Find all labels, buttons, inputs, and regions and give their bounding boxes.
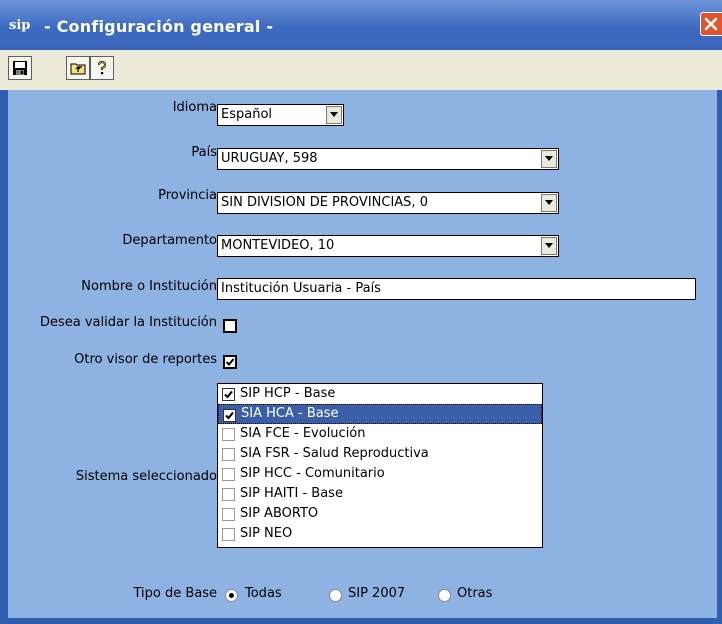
chevron-down-icon — [545, 243, 553, 248]
sistema-item-checkbox[interactable] — [222, 428, 235, 441]
idioma-value: Español — [221, 107, 273, 122]
radio-dot — [229, 593, 234, 598]
sistema-item-label: SIA HCA - Base — [241, 406, 339, 421]
sistema-item-checkbox[interactable] — [222, 388, 235, 401]
provincia-select[interactable]: SIN DIVISION DE PROVINCIAS, 0 — [217, 192, 559, 214]
idioma-label: Idioma — [172, 100, 217, 115]
sistema-list-item[interactable]: SIP ABORTO — [218, 504, 542, 524]
radio-todas-label[interactable]: Todas — [245, 586, 282, 601]
sistema-item-checkbox[interactable] — [222, 468, 235, 481]
chevron-down-icon — [545, 200, 553, 205]
save-icon — [13, 61, 27, 75]
sistema-listbox[interactable]: SIP HCP - Base SIA HCA - Base SIA FCE - Ev… — [217, 383, 543, 548]
sistema-item-checkbox[interactable] — [222, 448, 235, 461]
app-icon: sip — [9, 18, 31, 33]
provincia-value: SIN DIVISION DE PROVINCIAS, 0 — [221, 195, 428, 210]
checkmark-icon — [224, 390, 233, 399]
idioma-dropdown-button[interactable] — [326, 106, 342, 124]
sistema-item-label: SIA FSR - Salud Reproductiva — [240, 446, 429, 461]
validar-label: Desea validar la Institución — [39, 315, 217, 330]
visor-checkbox[interactable] — [223, 355, 237, 369]
pais-value: URUGUAY, 598 — [221, 151, 318, 166]
radio-otras[interactable] — [438, 589, 451, 602]
visor-label: Otro visor de reportes — [74, 352, 217, 367]
sistema-item-checkbox[interactable] — [222, 528, 235, 541]
chevron-down-icon — [545, 156, 553, 161]
settings-panel: Idioma Español País URUGUAY, 598 Provinc… — [8, 90, 717, 618]
radio-sip2007[interactable] — [329, 589, 342, 602]
sistema-list-item[interactable]: SIP NEO — [218, 524, 542, 544]
sistema-item-checkbox[interactable] — [222, 508, 235, 521]
pais-label: País — [191, 145, 217, 160]
provincia-dropdown-button[interactable] — [541, 194, 557, 212]
checkmark-icon — [225, 411, 234, 420]
sistema-item-label: SIP HCP - Base — [240, 386, 336, 401]
window-title: - Configuración general - — [44, 17, 274, 36]
folder-up-button[interactable] — [66, 56, 90, 80]
institucion-input[interactable]: Institución Usuaria - País — [217, 278, 696, 300]
radio-sip2007-label[interactable]: SIP 2007 — [348, 586, 405, 601]
radio-otras-label[interactable]: Otras — [457, 586, 492, 601]
tipo-base-label: Tipo de Base — [133, 586, 217, 601]
checkmark-icon — [225, 358, 235, 366]
radio-todas[interactable] — [225, 589, 238, 602]
sistema-list-item[interactable]: SIA FCE - Evolución — [218, 424, 542, 444]
sistema-list-item[interactable]: SIP HAITI - Base — [218, 484, 542, 504]
sistema-item-label: SIP HAITI - Base — [240, 486, 343, 501]
save-button[interactable] — [8, 56, 32, 80]
help-icon — [98, 60, 107, 75]
provincia-label: Provincia — [158, 188, 217, 203]
sistema-list-item[interactable]: SIA HCA - Base — [218, 404, 542, 424]
departamento-dropdown-button[interactable] — [541, 237, 557, 255]
idioma-select[interactable]: Español — [217, 104, 344, 126]
close-button[interactable] — [700, 12, 722, 36]
pais-dropdown-button[interactable] — [541, 150, 557, 168]
departamento-value: MONTEVIDEO, 10 — [221, 238, 335, 253]
close-icon — [704, 17, 718, 31]
chevron-down-icon — [330, 112, 338, 117]
sistema-item-checkbox[interactable] — [222, 488, 235, 501]
departamento-label: Departamento — [122, 233, 217, 248]
sistema-label: Sistema seleccionado — [75, 469, 217, 484]
sistema-item-label: SIP NEO — [240, 526, 293, 541]
help-button[interactable] — [90, 56, 114, 80]
pais-select[interactable]: URUGUAY, 598 — [217, 148, 559, 170]
sistema-list-item[interactable]: SIA FSR - Salud Reproductiva — [218, 444, 542, 464]
sistema-item-label: SIA FCE - Evolución — [240, 426, 366, 441]
folder-up-icon — [70, 63, 86, 75]
sistema-list-item[interactable]: SIP HCC - Comunitario — [218, 464, 542, 484]
departamento-select[interactable]: MONTEVIDEO, 10 — [217, 235, 559, 257]
institucion-value: Institución Usuaria - País — [221, 281, 381, 296]
title-bar: sip - Configuración general - — [0, 0, 722, 50]
toolbar — [0, 50, 722, 90]
validar-checkbox[interactable] — [223, 319, 237, 333]
sistema-item-label: SIP ABORTO — [240, 506, 319, 521]
sistema-list-item[interactable]: SIP HCP - Base — [218, 384, 542, 404]
sistema-item-label: SIP HCC - Comunitario — [240, 466, 385, 481]
sistema-item-checkbox[interactable] — [223, 409, 236, 422]
institucion-label: Nombre o Institución — [81, 279, 217, 294]
